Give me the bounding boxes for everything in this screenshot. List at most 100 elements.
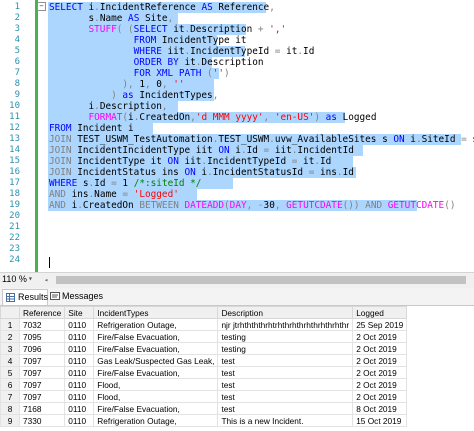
- grid-cell[interactable]: 0110: [64, 402, 95, 415]
- zoom-chevron-down-icon[interactable]: ▾: [28, 274, 33, 283]
- row-number[interactable]: 5: [0, 366, 20, 379]
- grid-cell[interactable]: Flood,: [93, 390, 219, 403]
- table-row[interactable]: 1 7032 0110 Refrigeration Outage, njr jtrhth…: [0, 318, 408, 331]
- table-row[interactable]: 3 7096 0110 Fire/False Evacuation, testing 2 …: [0, 342, 408, 355]
- table-row[interactable]: 5 7097 0110 Fire/False Evacuation, test 2 Oct…: [0, 366, 408, 379]
- row-number[interactable]: 4: [0, 354, 20, 367]
- code-token: AS: [128, 13, 145, 24]
- grid-cell[interactable]: 0110: [64, 330, 95, 343]
- grid-cell[interactable]: Fire/False Evacuation,: [93, 402, 219, 415]
- grid-cell[interactable]: 7097: [18, 366, 66, 379]
- grid-cell[interactable]: 2 Oct 2019: [352, 378, 408, 391]
- grid-cell[interactable]: 0110: [64, 390, 95, 403]
- table-row[interactable]: 4 7097 0110 Gas Leak/Suspected Gas Leak, tes…: [0, 354, 408, 367]
- grid-cell[interactable]: test: [217, 354, 354, 367]
- grid-cell[interactable]: 7096: [18, 342, 66, 355]
- row-number[interactable]: 3: [0, 342, 20, 355]
- column-header[interactable]: Site: [64, 306, 95, 319]
- grid-cell[interactable]: testing: [217, 342, 354, 355]
- row-number[interactable]: 2: [0, 330, 20, 343]
- grid-cell[interactable]: Fire/False Evacuation,: [93, 366, 219, 379]
- line-number: 9: [14, 90, 20, 100]
- grid-cell[interactable]: test: [217, 366, 354, 379]
- table-row[interactable]: 2 7095 0110 Fire/False Evacuation, testing 2 …: [0, 330, 408, 343]
- collapse-icon[interactable]: −: [37, 2, 46, 11]
- code-token: ,: [269, 2, 275, 13]
- grid-cell[interactable]: 0110: [64, 378, 95, 391]
- code-token: IncidentType it: [77, 156, 168, 167]
- code-token: ,: [144, 79, 157, 90]
- code-token: 1: [122, 178, 134, 189]
- line-number: 17: [9, 178, 20, 188]
- grid-cell[interactable]: 8 Oct 2019: [352, 402, 408, 415]
- grid-cell[interactable]: 7330: [18, 414, 66, 427]
- row-number[interactable]: 6: [0, 378, 20, 391]
- grid-cell[interactable]: 2 Oct 2019: [352, 390, 408, 403]
- grid-cell[interactable]: 7097: [18, 378, 66, 391]
- row-number[interactable]: 8: [0, 402, 20, 415]
- grid-cell[interactable]: 15 Oct 2019: [352, 414, 408, 427]
- table-row[interactable]: 6 7097 0110 Flood, test 2 Oct 2019: [0, 378, 408, 391]
- code-line: WHERE iit.IncidentTypeId = it.Id: [49, 46, 315, 57]
- column-header[interactable]: Description: [217, 306, 354, 319]
- code-token: ,: [274, 200, 287, 211]
- grid-cell[interactable]: 0110: [64, 354, 95, 367]
- grid-cell[interactable]: Refrigeration Outage,: [93, 318, 219, 331]
- grid-cell[interactable]: 2 Oct 2019: [352, 330, 408, 343]
- grid-cell[interactable]: 25 Sep 2019: [352, 318, 408, 331]
- grid-cell[interactable]: njr jtrhthththrhtrhthrhthrhthrhthrhthr: [217, 318, 354, 331]
- row-number[interactable]: 7: [0, 390, 20, 403]
- code-token: =: [308, 167, 320, 178]
- grid-cell[interactable]: Refrigeration Outage,: [93, 414, 219, 427]
- results-grid[interactable]: Reference Site IncidentTypes Description…: [0, 306, 474, 431]
- row-number[interactable]: 9: [0, 414, 20, 427]
- grid-cell[interactable]: 7097: [18, 390, 66, 403]
- grid-cell[interactable]: 7097: [18, 354, 66, 367]
- table-row[interactable]: 7 7097 0110 Flood, test 2 Oct 2019: [0, 390, 408, 403]
- code-token: Description: [190, 24, 258, 35]
- column-header[interactable]: Logged: [352, 306, 408, 319]
- grid-cell[interactable]: Fire/False Evacuation,: [93, 330, 219, 343]
- scroll-left-icon[interactable]: ◂: [44, 276, 52, 284]
- grid-cell[interactable]: 0110: [64, 366, 95, 379]
- grid-cell[interactable]: 2 Oct 2019: [352, 366, 408, 379]
- grid-cell[interactable]: Fire/False Evacuation,: [93, 342, 219, 355]
- code-token: ): [49, 90, 123, 101]
- tab-messages-label: Messages: [62, 291, 104, 301]
- row-number-header[interactable]: [0, 306, 20, 319]
- tab-messages[interactable]: Messages: [48, 289, 104, 304]
- code-token: ,: [161, 101, 168, 112]
- row-number[interactable]: 1: [0, 318, 20, 331]
- grid-cell[interactable]: 0110: [64, 342, 95, 355]
- table-row[interactable]: 9 7330 0110 Refrigeration Outage, This is a …: [0, 414, 408, 427]
- grid-cell[interactable]: Flood,: [93, 378, 219, 391]
- code-token: Description: [99, 101, 162, 112]
- grid-cell[interactable]: 7168: [18, 402, 66, 415]
- code-token: ON: [167, 156, 185, 167]
- code-token: Description: [201, 57, 264, 68]
- column-header[interactable]: Reference: [18, 306, 66, 319]
- grid-cell[interactable]: Gas Leak/Suspected Gas Leak,: [93, 354, 219, 367]
- column-header[interactable]: IncidentTypes: [93, 306, 219, 319]
- grid-cell[interactable]: test: [217, 390, 354, 403]
- table-row[interactable]: 8 7168 0110 Fire/False Evacuation, test 8 Oct…: [0, 402, 408, 415]
- tab-results[interactable]: Results: [2, 289, 48, 305]
- grid-cell[interactable]: test: [217, 402, 354, 415]
- code-token: Incident i: [77, 123, 134, 134]
- grid-cell[interactable]: test: [217, 378, 354, 391]
- grid-cell[interactable]: 2 Oct 2019: [352, 354, 408, 367]
- horizontal-scrollbar-thumb[interactable]: [56, 276, 466, 284]
- code-token: =: [122, 189, 134, 200]
- grid-cell[interactable]: 0110: [64, 414, 95, 427]
- code-token: it: [173, 24, 185, 35]
- grid-cell[interactable]: This is a new Incident.: [217, 414, 354, 427]
- zoom-level-dropdown[interactable]: 110 %: [2, 274, 27, 284]
- code-token: =: [111, 178, 123, 189]
- grid-cell[interactable]: testing: [217, 330, 354, 343]
- sql-editor[interactable]: − 1 2 3 4 5 6 7 8 9 10 11 12 13 14 15 16 17 18 19 20 21 22 23 2…: [0, 0, 474, 272]
- grid-cell[interactable]: 0110: [64, 318, 95, 331]
- grid-cell[interactable]: 7032: [18, 318, 66, 331]
- results-tab-bar: Results Messages: [0, 288, 474, 306]
- grid-cell[interactable]: 7095: [18, 330, 66, 343]
- grid-cell[interactable]: 2 Oct 2019: [352, 342, 408, 355]
